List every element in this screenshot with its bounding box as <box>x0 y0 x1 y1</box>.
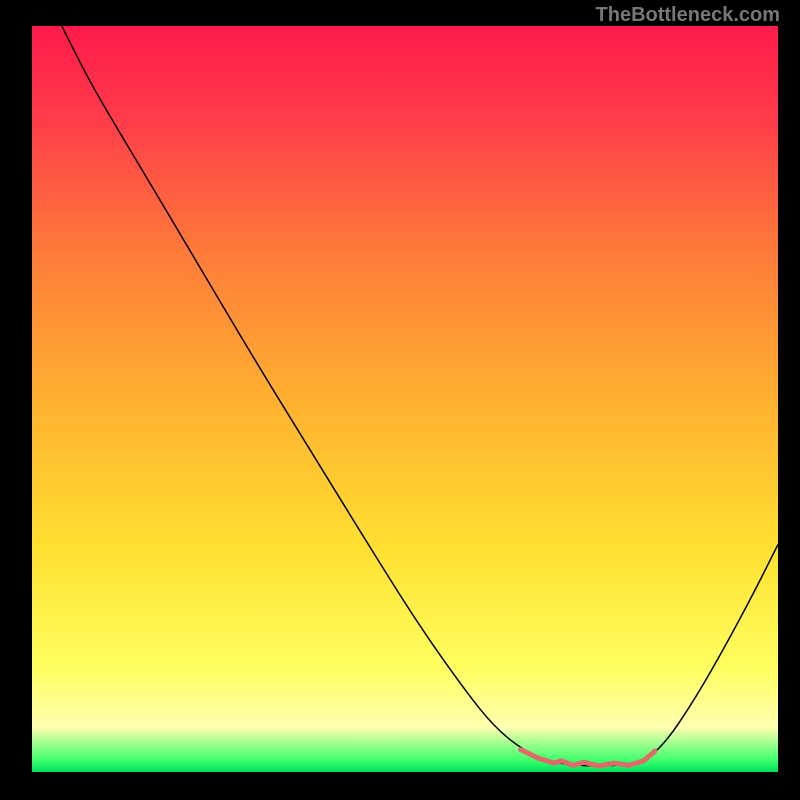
watermark-text: TheBottleneck.com <box>596 4 780 27</box>
plot-area <box>32 26 778 772</box>
chart-svg <box>32 26 778 772</box>
chart-container: TheBottleneck.com <box>0 0 800 800</box>
gradient-background <box>32 26 778 772</box>
